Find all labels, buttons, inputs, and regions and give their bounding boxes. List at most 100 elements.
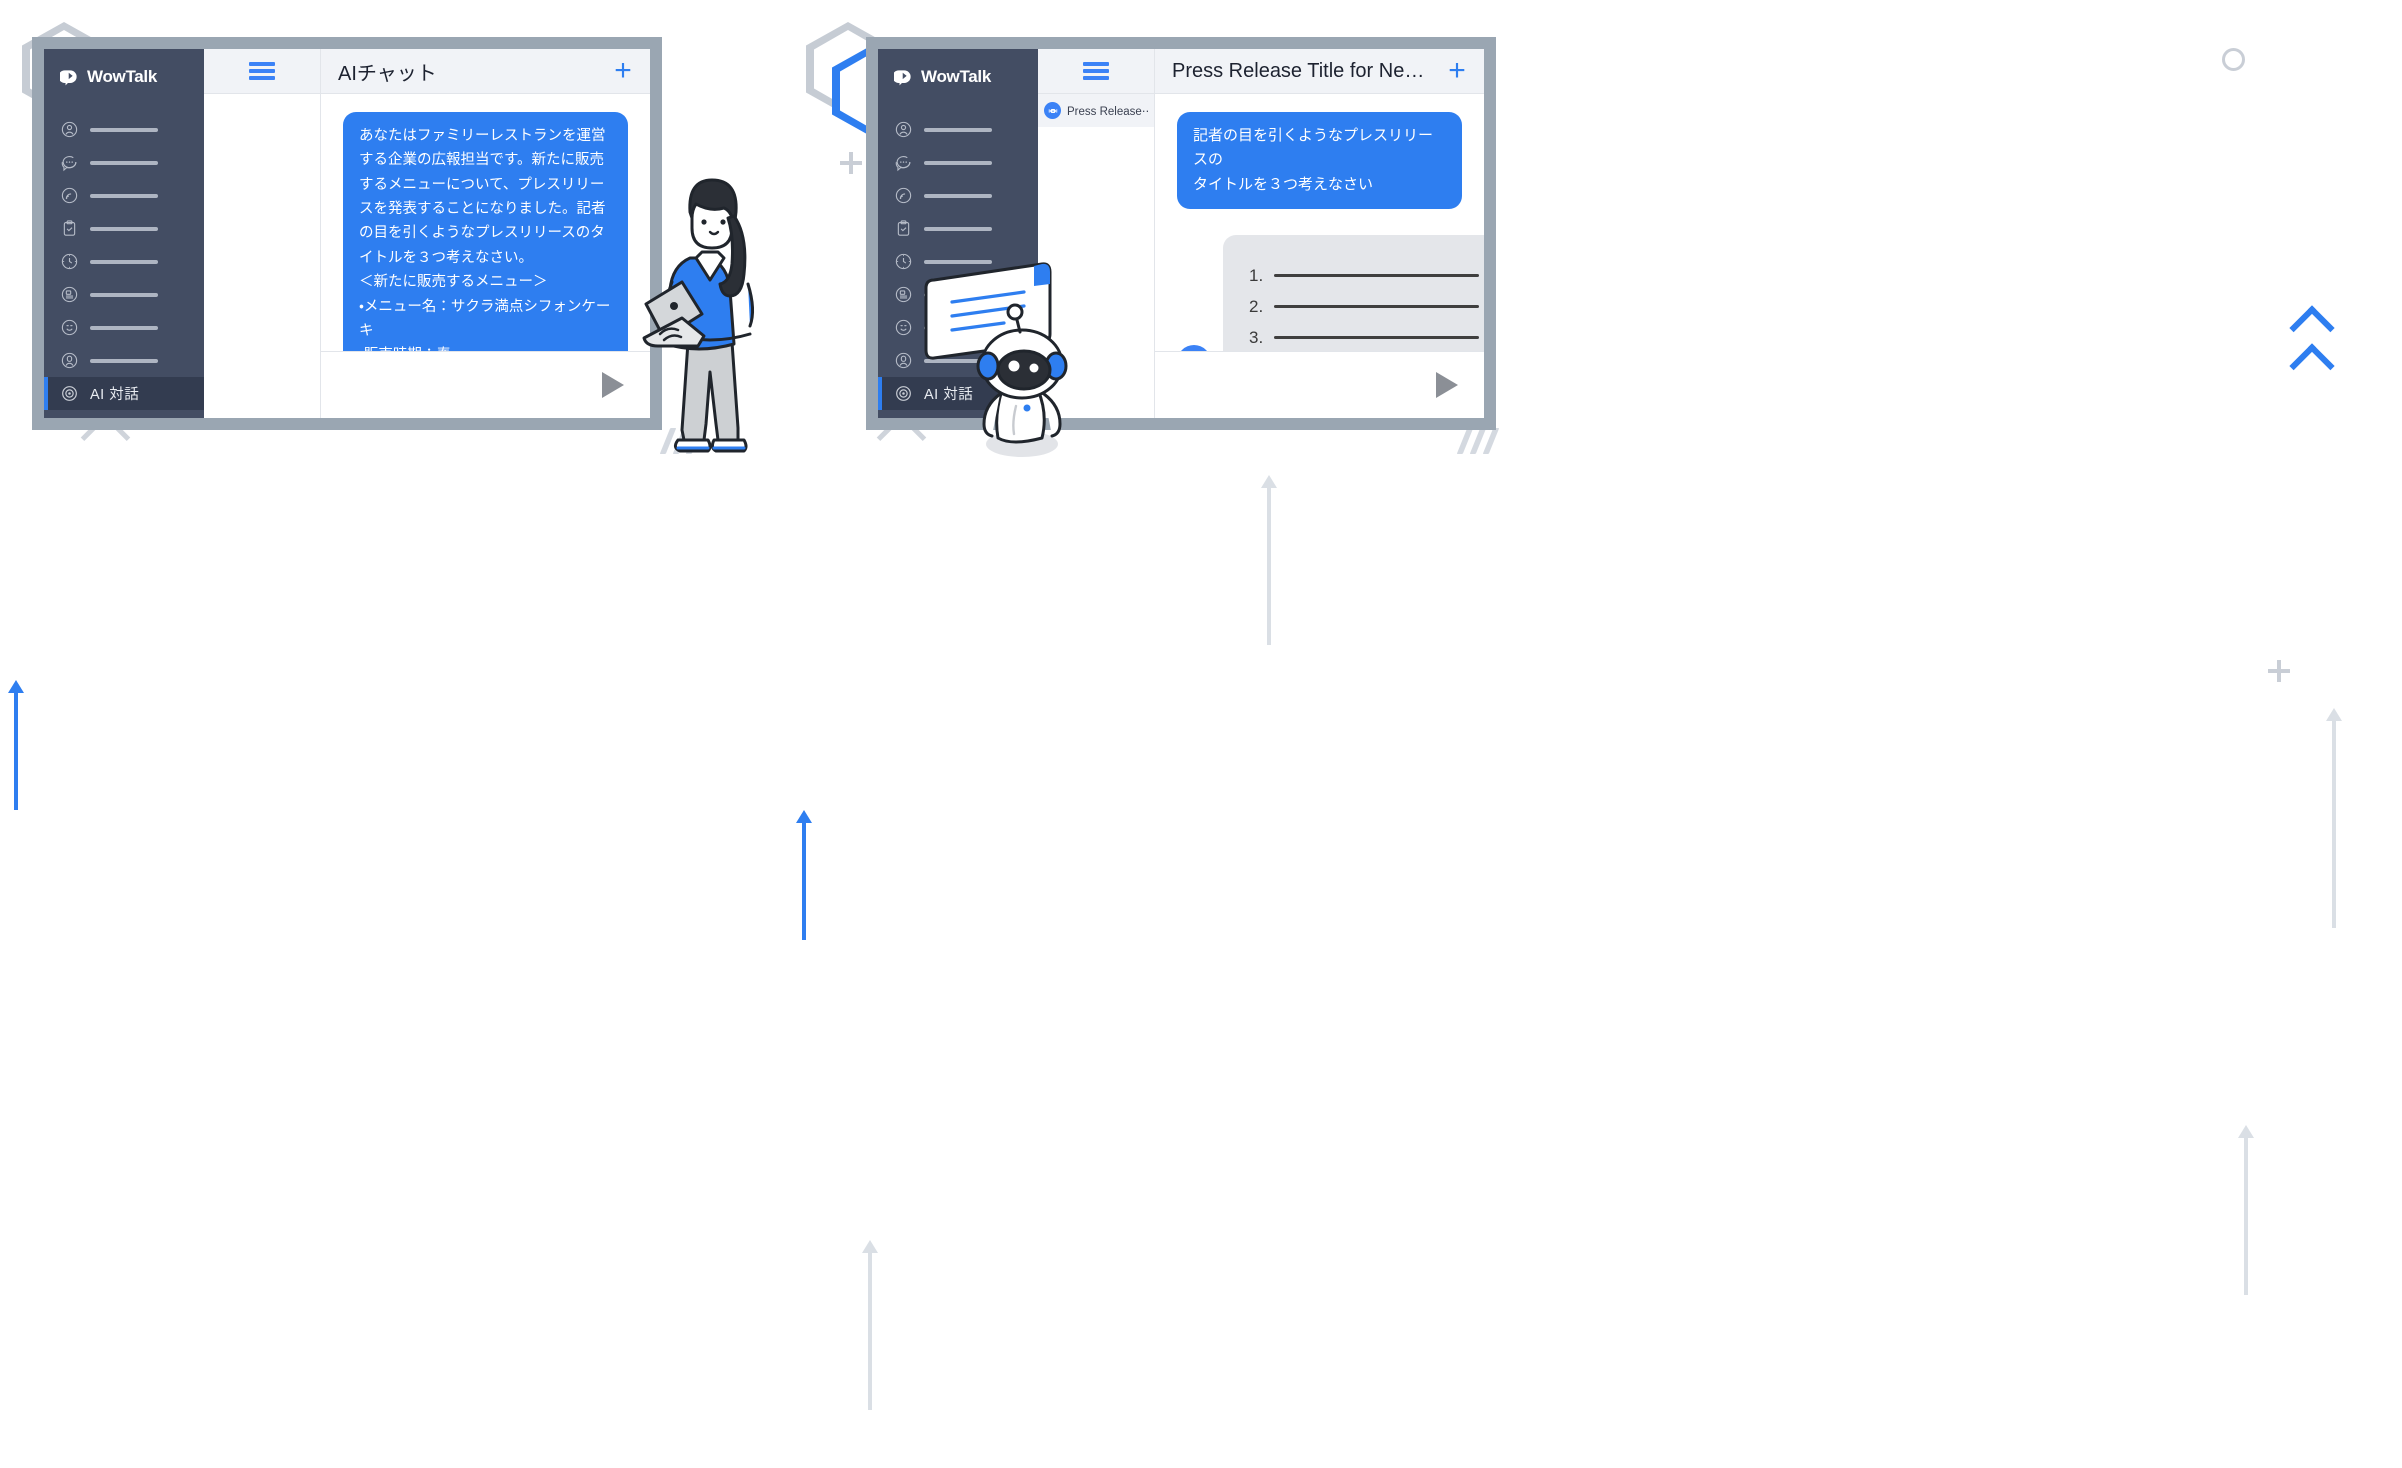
chat-bubble-icon [60,153,79,172]
brand-name: WowTalk [87,67,157,87]
sidebar-item-label-placeholder [924,326,992,330]
document-icon [60,285,79,304]
sidebar-item-label-placeholder [90,161,158,165]
clipboard-check-icon [894,219,913,238]
sidebar-item-reactions[interactable] [44,311,204,344]
list-item: 3. [1249,328,1484,348]
clock-icon [894,252,913,271]
message-row-assistant: 1. 2. 3. [1177,235,1462,351]
answer-number: 3. [1249,328,1263,348]
message-row-user: 記者の目を引くようなプレスリリースの タイトルを３つ考えなさい [1177,112,1462,209]
hamburger-icon[interactable] [204,60,320,82]
sidebar-item-label-placeholder [90,359,158,363]
message-row-user: あなたはファミリーレストランを運営する企業の広報担当です。新たに販売するメニュー… [343,112,628,351]
add-chat-button[interactable]: + [596,56,650,86]
sidebar-item-label-placeholder [90,128,158,132]
sidebar-item-label-placeholder [90,260,158,264]
sidebar-item-attendance[interactable] [878,245,1038,278]
sidebar-item-contacts[interactable] [878,113,1038,146]
answer-placeholder-line [1274,274,1479,277]
list-item-label: Press Release⋯ [1067,104,1148,118]
brand-logo-wrapper: WowTalk [878,49,1038,101]
arrow-up-icon [1265,475,1273,645]
send-icon[interactable] [602,372,624,398]
send-icon[interactable] [1436,372,1458,398]
thread-list: Press Release⋯ [1038,94,1155,418]
arrow-up-icon [12,680,20,810]
sidebar-item-ai-chat[interactable]: AI 対話 [44,377,204,410]
bot-glyph-icon [1047,105,1059,117]
chat-body: あなたはファミリーレストランを運営する企業の広報担当です。新たに販売するメニュー… [204,94,650,418]
thread-list [204,94,321,418]
composer [1155,351,1484,418]
sidebar-item-broadcast[interactable] [878,179,1038,212]
chat-body: Press Release⋯ 記者の目を引くようなプレスリリースの タイトルを３… [1038,94,1484,418]
arrow-up-icon [2242,1125,2250,1295]
sidebar-item-documents[interactable] [878,278,1038,311]
sidebar-item-label-placeholder [924,227,992,231]
sidebar-item-tasks[interactable] [44,212,204,245]
person-circle-icon [894,120,913,139]
sidebar-item-ai-chat-label: AI 対話 [90,383,139,404]
clock-icon [60,252,79,271]
composer [321,351,650,418]
list-item[interactable]: Press Release⋯ [1038,94,1154,127]
answer-placeholder-line [1274,305,1479,308]
contact-icon [60,351,79,370]
wowtalk-logo-icon [894,68,913,87]
sidebar-item-chat[interactable] [878,146,1038,179]
sidebar-item-label-placeholder [924,194,992,198]
profile-section: › 設定 › [878,410,1038,418]
sidebar-item-documents[interactable] [44,278,204,311]
brand-logo-wrapper: WowTalk [44,49,204,101]
arrow-up-icon [2330,708,2338,928]
arrow-up-icon [800,810,808,940]
message-scroll[interactable]: 記者の目を引くようなプレスリリースの タイトルを３つ考えなさい [1155,94,1484,351]
sidebar-item-label-placeholder [90,293,158,297]
wowtalk-logo-icon [60,68,79,87]
message-scroll[interactable]: あなたはファミリーレストランを運営する企業の広報担当です。新たに販売するメニュー… [321,94,650,351]
profile-section: 山田 太郎 › 設定 › [44,410,204,418]
sidebar-item-ai-chat[interactable]: AI 対話 [878,377,1038,410]
sidebar-item-chat[interactable] [44,146,204,179]
sidebar-item-ai-chat-label: AI 対話 [924,383,973,404]
answer-placeholder-line [1274,336,1479,339]
list-item: 1. [1249,266,1484,286]
target-icon [60,384,79,403]
arrow-up-icon [866,1240,874,1410]
sidebar-item-attendance[interactable] [44,245,204,278]
message-area: 記者の目を引くようなプレスリリースの タイトルを３つ考えなさい [1155,94,1484,418]
slash-marks-icon [665,428,697,454]
sidebar-item-reactions[interactable] [878,311,1038,344]
chat-column: AIチャット + あなたはファミリーレストランを運営する企業の広報担当です。新た… [204,49,650,418]
assistant-message-bubble: 1. 2. 3. [1223,235,1484,351]
add-chat-button[interactable]: + [1430,56,1484,86]
top-bar: AIチャット + [204,49,650,94]
sidebar-item-label-placeholder [90,326,158,330]
hamburger-icon[interactable] [1038,60,1154,82]
sidebar-item-contacts[interactable] [44,113,204,146]
slash-marks-icon [1462,428,1494,454]
bot-avatar-icon [1044,102,1061,119]
sidebar-item-tasks[interactable] [878,212,1038,245]
page-title: AIチャット [321,57,596,86]
top-bar: Press Release Title for New Menu: Sakura… [1038,49,1484,94]
plus-mark-icon [2268,660,2290,682]
sidebar-item-broadcast[interactable] [44,179,204,212]
sidebar-nav: AI 対話 [878,113,1038,410]
app-window-right: WowTalk [866,37,1496,430]
sidebar: WowTalk [878,49,1038,418]
sidebar-item-members[interactable] [44,344,204,377]
app-window-left: WowTalk [32,37,662,430]
sidebar-item-label-placeholder [924,128,992,132]
sidebar-item-label-placeholder [924,260,992,264]
sidebar: WowTalk [44,49,204,418]
list-item: 2. [1249,297,1484,317]
target-icon [894,384,913,403]
smiley-icon [894,318,913,337]
sidebar-item-members[interactable] [878,344,1038,377]
user-message-bubble: 記者の目を引くようなプレスリリースの タイトルを３つ考えなさい [1177,112,1462,209]
person-circle-icon [60,120,79,139]
chat-column: Press Release Title for New Menu: Sakura… [1038,49,1484,418]
screenshot-root: WowTalk [0,0,2402,734]
